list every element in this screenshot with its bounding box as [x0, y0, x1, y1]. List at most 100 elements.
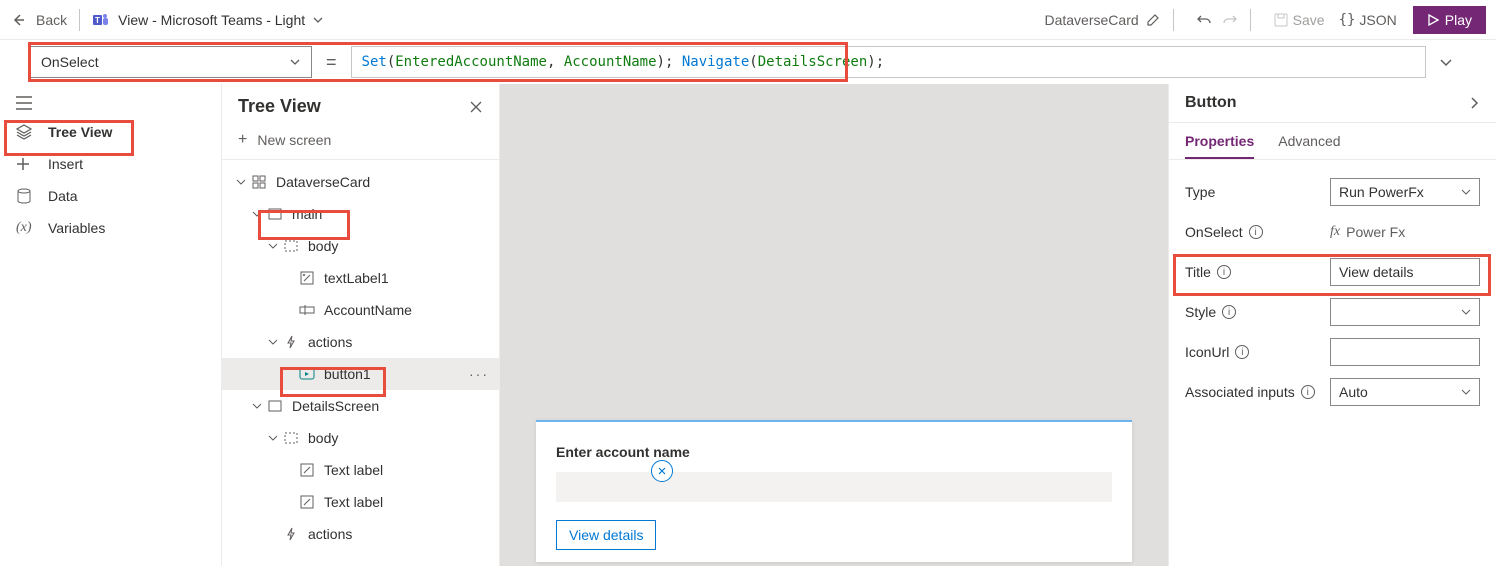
tree-node-label: Text label — [324, 494, 383, 510]
tree-node-main[interactable]: main — [222, 198, 499, 230]
tree-node-textlabel-a[interactable]: · Text label — [222, 454, 499, 486]
rail-variables[interactable]: (x) Variables — [0, 212, 221, 244]
play-button[interactable]: Play — [1413, 6, 1486, 34]
chevron-down-icon[interactable] — [268, 241, 282, 251]
props-title: Button — [1185, 94, 1237, 112]
card-input-label: Enter account name — [556, 444, 1112, 460]
tree-node-textlabel-b[interactable]: · Text label — [222, 486, 499, 518]
chevron-down-icon — [289, 56, 301, 68]
prop-label-type: Type — [1185, 184, 1215, 200]
tree-node-label: main — [292, 206, 322, 222]
card-name[interactable]: DataverseCard — [1044, 12, 1138, 28]
info-icon[interactable]: i — [1249, 225, 1263, 239]
property-selector[interactable]: OnSelect — [30, 46, 312, 78]
new-screen-label: New screen — [257, 132, 331, 148]
rail-tree-view[interactable]: Tree View — [0, 116, 221, 148]
tree-node-textlabel1[interactable]: · textLabel1 — [222, 262, 499, 294]
tree-node-accountname[interactable]: · AccountName — [222, 294, 499, 326]
tree-node-dataversecard[interactable]: DataverseCard — [222, 166, 499, 198]
chevron-down-icon[interactable] — [313, 15, 323, 25]
prop-label-assoc: Associated inputs — [1185, 384, 1295, 400]
tree-node-actions[interactable]: actions — [222, 326, 499, 358]
rail-label: Variables — [48, 220, 105, 236]
style-select[interactable] — [1330, 298, 1480, 326]
hamburger-icon[interactable] — [0, 90, 221, 116]
chevron-down-icon[interactable] — [252, 401, 266, 411]
chevron-right-icon[interactable] — [1468, 96, 1480, 110]
type-select[interactable]: Run PowerFx — [1330, 178, 1480, 206]
button-icon — [298, 365, 316, 383]
tree-node-detailsscreen[interactable]: DetailsScreen — [222, 390, 499, 422]
info-icon[interactable]: i — [1301, 385, 1315, 399]
rail-label: Tree View — [48, 124, 112, 140]
close-icon[interactable] — [469, 100, 483, 114]
tree-node-button1[interactable]: · button1 ··· — [222, 358, 499, 390]
fx-token: DetailsScreen — [758, 54, 868, 70]
edit-icon[interactable] — [1145, 12, 1161, 28]
container-icon — [282, 429, 300, 447]
back-arrow-icon[interactable] — [10, 12, 26, 28]
tree-node-label: actions — [308, 334, 352, 350]
view-dropdown[interactable]: View - Microsoft Teams - Light — [118, 12, 305, 28]
tree-node-label: button1 — [324, 366, 371, 382]
title-input[interactable]: View details — [1330, 258, 1480, 286]
more-icon[interactable]: ··· — [469, 366, 489, 382]
tab-properties[interactable]: Properties — [1185, 123, 1254, 159]
info-icon[interactable]: i — [1222, 305, 1236, 319]
tree-node-body2[interactable]: body — [222, 422, 499, 454]
svg-text:T: T — [95, 16, 100, 25]
formula-input[interactable]: Set(EnteredAccountName, AccountName); Na… — [351, 46, 1426, 78]
clear-icon[interactable] — [651, 460, 673, 482]
info-icon[interactable]: i — [1235, 345, 1249, 359]
layers-icon — [16, 124, 36, 140]
prop-label-onselect: OnSelect — [1185, 224, 1243, 240]
back-button[interactable]: Back — [36, 12, 67, 28]
divider — [79, 9, 80, 31]
tree-node-label: DataverseCard — [276, 174, 370, 190]
prop-label-title: Title — [1185, 264, 1211, 280]
chevron-down-icon[interactable] — [236, 177, 250, 187]
tree-node-body[interactable]: body — [222, 230, 499, 262]
json-button[interactable]: JSON — [1359, 12, 1396, 28]
plus-icon — [16, 157, 36, 171]
rail-data[interactable]: Data — [0, 180, 221, 212]
fx-token: Navigate — [682, 54, 749, 70]
expand-formula-icon[interactable] — [1426, 55, 1466, 69]
iconurl-input[interactable] — [1330, 338, 1480, 366]
text-icon — [298, 493, 316, 511]
tree-title: Tree View — [238, 96, 321, 117]
fx-token: AccountName — [564, 54, 657, 70]
tree-node-label: body — [308, 430, 338, 446]
plus-icon: + — [238, 131, 247, 149]
property-selector-value: OnSelect — [41, 54, 99, 70]
tree-node-label: DetailsScreen — [292, 398, 379, 414]
card-preview: Enter account name View details — [536, 420, 1132, 562]
view-details-button[interactable]: View details — [556, 520, 656, 550]
prop-label-style: Style — [1185, 304, 1216, 320]
divider — [1250, 9, 1251, 31]
chevron-down-icon[interactable] — [268, 337, 282, 347]
assoc-select[interactable]: Auto — [1330, 378, 1480, 406]
tab-advanced[interactable]: Advanced — [1278, 123, 1340, 159]
chevron-down-icon[interactable] — [252, 209, 266, 219]
rail-insert[interactable]: Insert — [0, 148, 221, 180]
play-label: Play — [1445, 12, 1472, 28]
database-icon — [16, 188, 36, 204]
input-icon — [298, 301, 316, 319]
info-icon[interactable]: i — [1217, 265, 1231, 279]
redo-icon — [1222, 12, 1238, 28]
chevron-down-icon[interactable] — [268, 433, 282, 443]
json-icon[interactable]: {} — [1339, 12, 1356, 28]
rail-label: Data — [48, 188, 78, 204]
onselect-value: fx Power Fx — [1330, 224, 1480, 240]
tree-node-label: AccountName — [324, 302, 412, 318]
new-screen-button[interactable]: + New screen — [222, 125, 499, 160]
container-icon — [282, 237, 300, 255]
actions-icon — [282, 333, 300, 351]
divider — [1173, 9, 1174, 31]
assoc-value: Auto — [1339, 384, 1368, 400]
equals-icon: = — [326, 52, 337, 73]
account-name-input[interactable] — [556, 472, 1112, 502]
tree-node-actions2[interactable]: · actions — [222, 518, 499, 550]
undo-icon[interactable] — [1196, 12, 1212, 28]
